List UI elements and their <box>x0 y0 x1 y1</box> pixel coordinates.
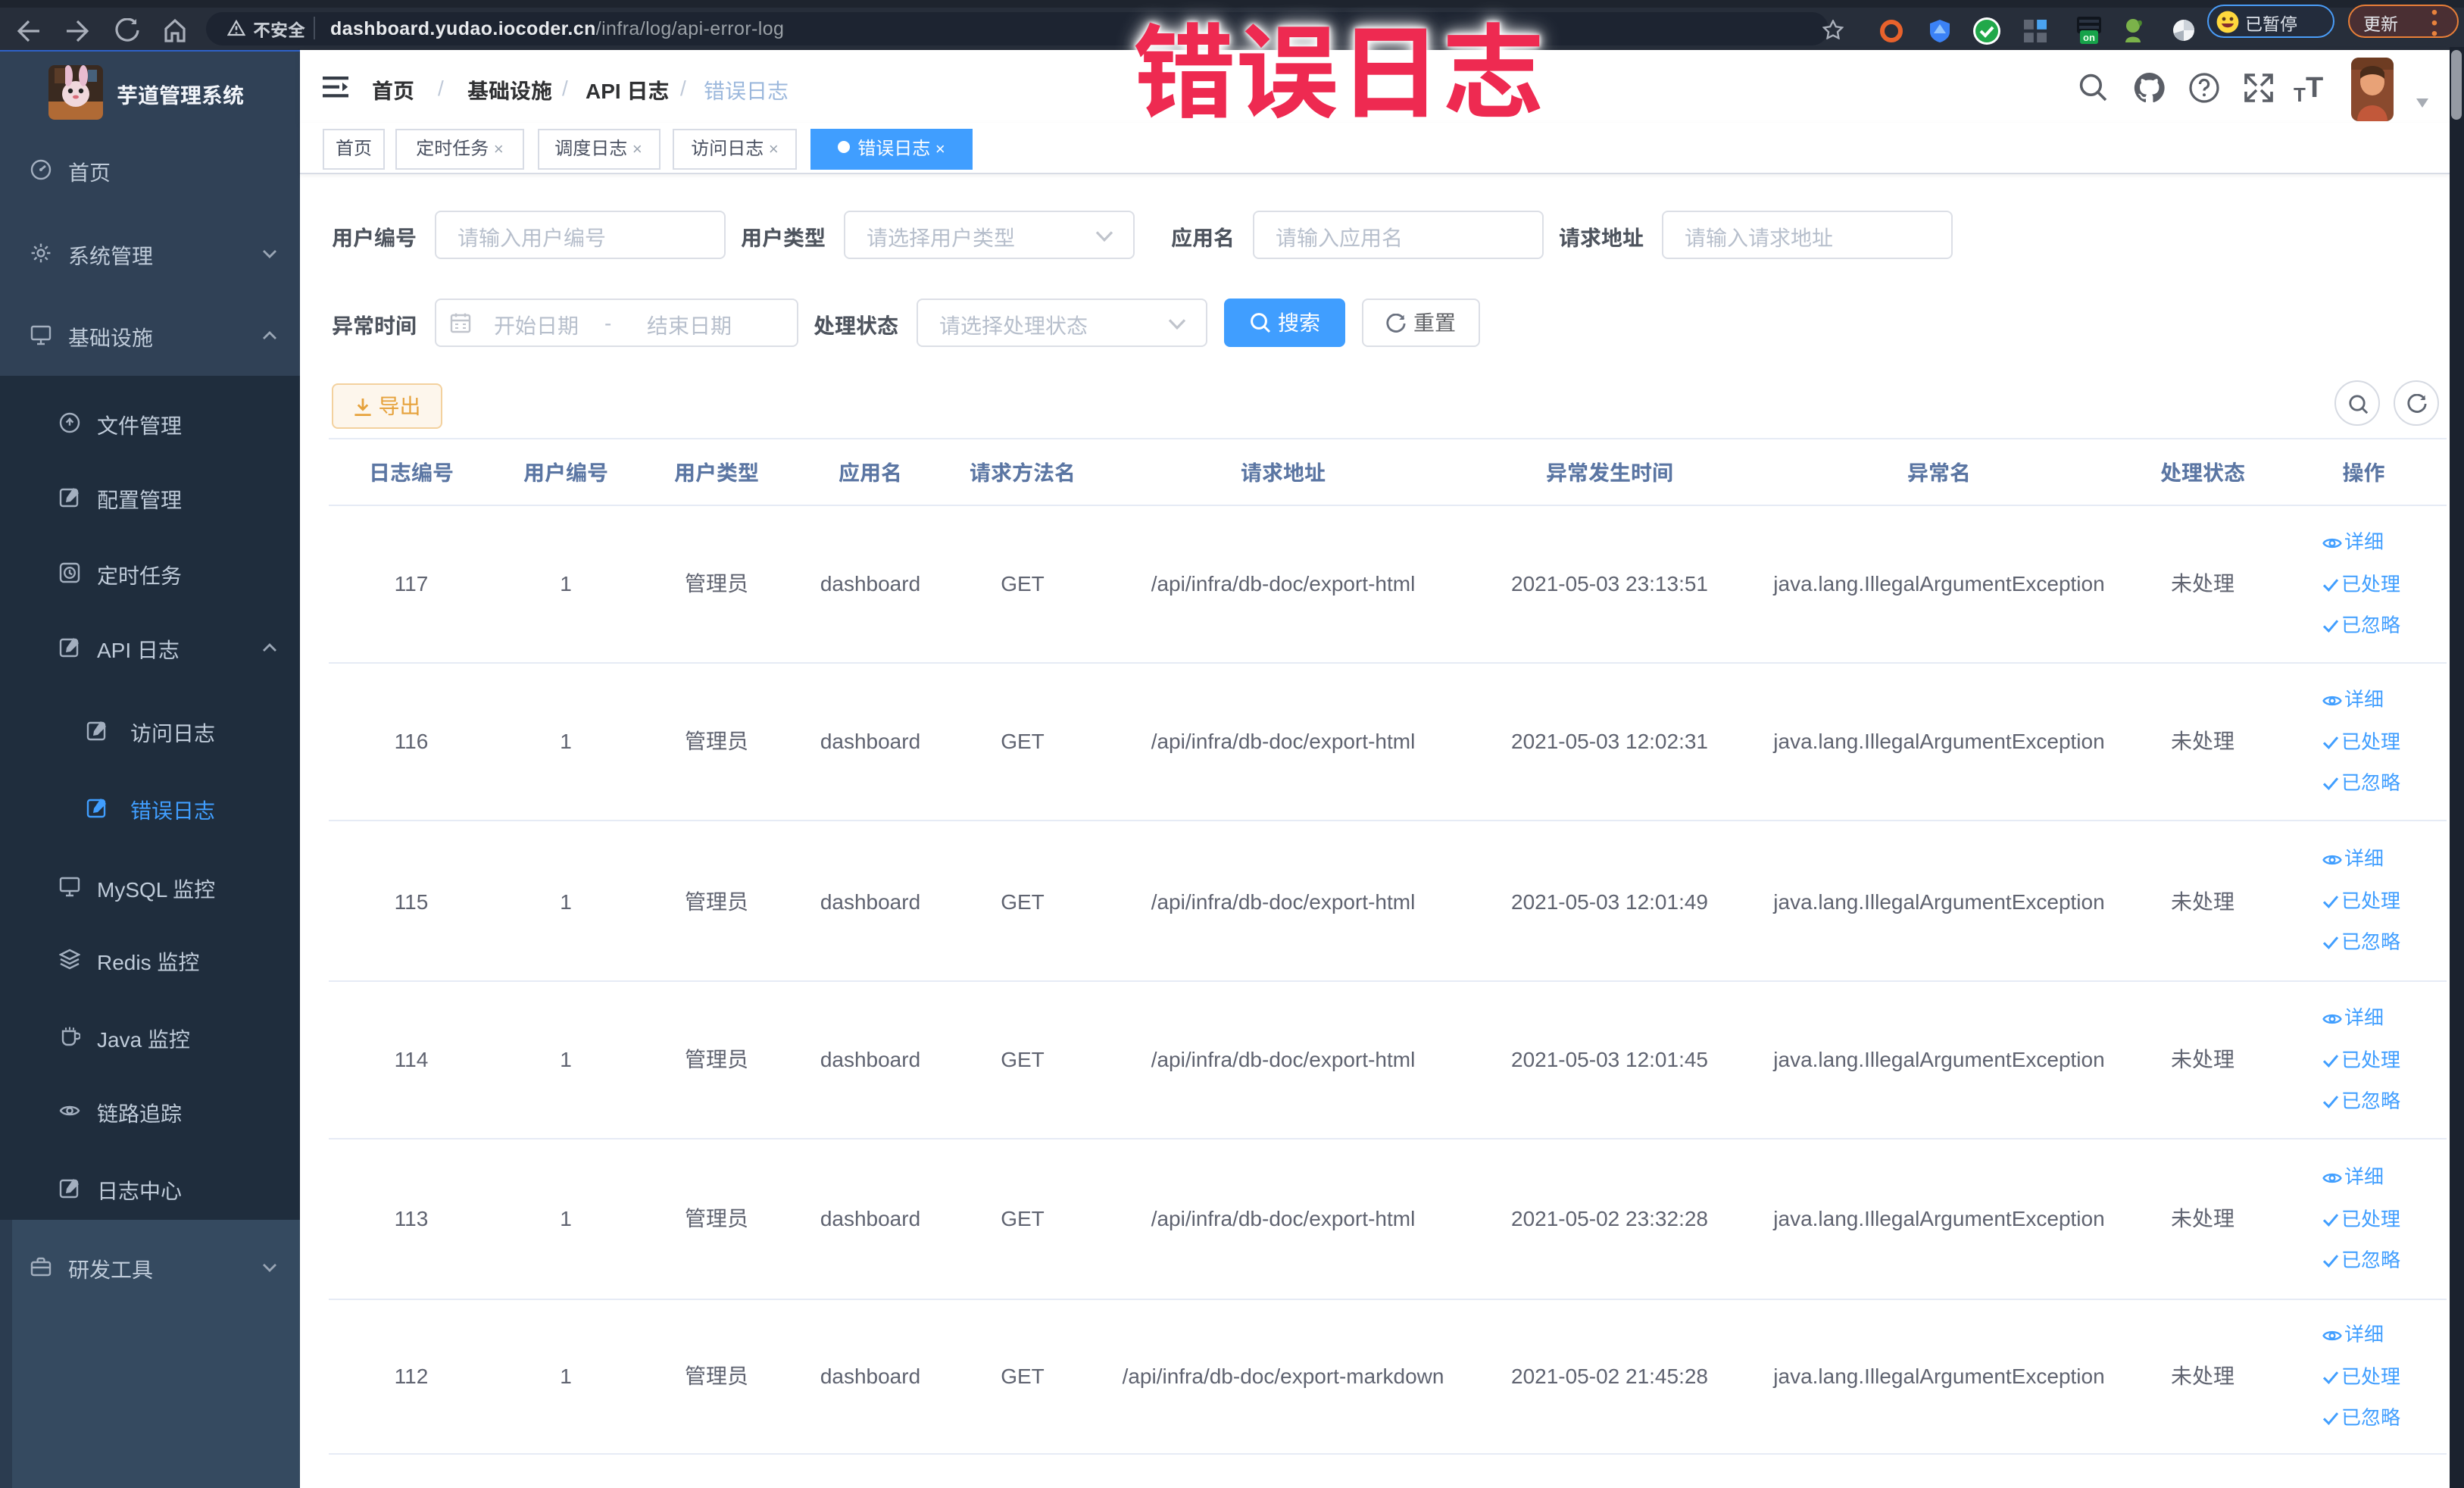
svg-text:on: on <box>2083 32 2095 43</box>
